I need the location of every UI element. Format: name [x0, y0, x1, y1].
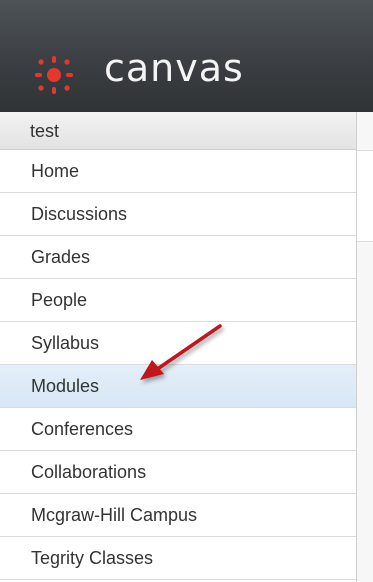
red-arrow-icon — [140, 324, 222, 380]
nav-item-label: Conferences — [31, 419, 134, 439]
nav-item-label: Discussions — [31, 204, 128, 224]
nav-item-label: Mcgraw-Hill Campus — [31, 505, 198, 525]
nav-item-label: Modules — [31, 376, 100, 396]
nav-item-discussions[interactable]: Discussions — [0, 193, 356, 236]
app-header: canvas — [0, 0, 373, 112]
course-title: test — [30, 121, 60, 141]
nav-item-label: Syllabus — [31, 333, 100, 353]
nav-item-conferences[interactable]: Conferences — [0, 408, 356, 451]
nav-item-label: Home — [31, 161, 80, 181]
nav-item-tegrity-classes[interactable]: Tegrity Classes — [0, 537, 356, 580]
nav-item-label: Grades — [31, 247, 91, 267]
nav-item-people[interactable]: People — [0, 279, 356, 322]
canvas-logo-icon[interactable] — [34, 55, 74, 95]
nav-item-home[interactable]: Home — [0, 150, 356, 193]
nav-item-label: Tegrity Classes — [31, 548, 154, 568]
nav-item-label: People — [31, 290, 88, 310]
brand-name[interactable]: canvas — [104, 46, 244, 90]
nav-item-collaborations[interactable]: Collaborations — [0, 451, 356, 494]
nav-item-grades[interactable]: Grades — [0, 236, 356, 279]
content-panel — [357, 151, 373, 242]
content-area-edge — [356, 112, 373, 582]
nav-item-mcgraw-hill-campus[interactable]: Mcgraw-Hill Campus — [0, 494, 356, 537]
nav-item-label: Collaborations — [31, 462, 147, 482]
course-title-bar[interactable]: test — [0, 112, 356, 150]
